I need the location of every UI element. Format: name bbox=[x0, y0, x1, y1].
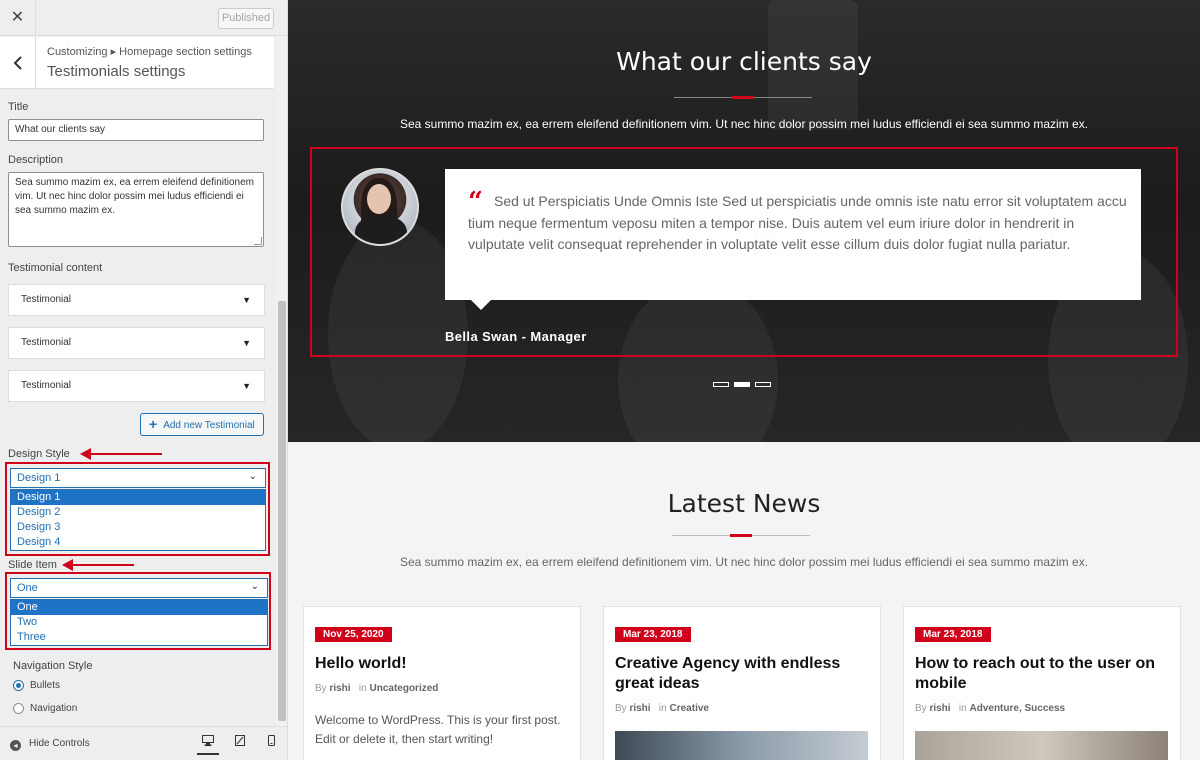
back-icon[interactable] bbox=[0, 37, 36, 89]
testimonial-content-label: Testimonial content bbox=[8, 262, 103, 274]
testimonial-accordion[interactable]: Testimonial ▼ bbox=[8, 370, 265, 402]
title-input[interactable]: What our clients say bbox=[8, 119, 264, 141]
slide-item-option[interactable]: Three bbox=[11, 630, 267, 645]
plus-icon: + bbox=[149, 416, 158, 432]
slider-bullet[interactable] bbox=[713, 382, 729, 387]
site-preview: What our clients say Sea summo mazim ex,… bbox=[288, 0, 1200, 760]
slider-bullet[interactable] bbox=[755, 382, 771, 387]
panel-title: Testimonials settings bbox=[47, 63, 186, 80]
customizer-sidebar: ✕ Published Customizing ▸ Homepage secti… bbox=[0, 0, 288, 760]
slide-item-option[interactable]: Two bbox=[11, 615, 267, 630]
mobile-icon[interactable] bbox=[260, 735, 282, 755]
post-title[interactable]: How to reach out to the user on mobile bbox=[915, 654, 1171, 694]
news-card[interactable]: Mar 23, 2018 Creative Agency with endles… bbox=[603, 606, 881, 760]
breadcrumb: Customizing ▸ Homepage section settings bbox=[47, 46, 252, 58]
post-date: Mar 23, 2018 bbox=[615, 627, 691, 642]
testimonials-title: What our clients say bbox=[616, 47, 872, 76]
post-meta: By rishi in Creative bbox=[615, 703, 709, 714]
slide-item-options: One Two Three bbox=[10, 599, 268, 646]
annotation-arrow bbox=[80, 448, 162, 460]
news-title: Latest News bbox=[667, 489, 821, 518]
bullets-radio-label: Bullets bbox=[30, 680, 61, 691]
post-date: Mar 23, 2018 bbox=[915, 627, 991, 642]
add-testimonial-button[interactable]: + Add new Testimonial bbox=[140, 413, 264, 436]
hide-controls-label: Hide Controls bbox=[29, 738, 90, 749]
design-style-option[interactable]: Design 4 bbox=[11, 535, 265, 550]
testimonial-accordion-label: Testimonial bbox=[21, 380, 72, 391]
slide-item-selected: One bbox=[17, 582, 38, 594]
description-value: Sea summo mazim ex, ea errem eleifend de… bbox=[15, 177, 254, 216]
customizer-topbar: ✕ Published bbox=[0, 0, 287, 36]
design-style-select[interactable]: Design 1 ⌄ bbox=[10, 468, 266, 488]
caret-down-icon: ▼ bbox=[242, 295, 251, 305]
post-meta: By rishi in Adventure, Success bbox=[915, 703, 1066, 714]
design-style-option[interactable]: Design 2 bbox=[11, 505, 265, 520]
testimonial-quote: Sed ut Perspiciatis Unde Omnis Iste Sed … bbox=[468, 193, 1127, 252]
add-testimonial-label: Add new Testimonial bbox=[163, 420, 255, 431]
sidebar-scrollbar[interactable] bbox=[276, 36, 287, 726]
navigation-radio-label: Navigation bbox=[30, 703, 78, 714]
navigation-radio[interactable] bbox=[13, 703, 24, 714]
news-card[interactable]: Nov 25, 2020 Hello world! By rishi in Un… bbox=[303, 606, 581, 760]
design-style-option[interactable]: Design 3 bbox=[11, 520, 265, 535]
chevron-down-icon: ⌄ bbox=[250, 581, 259, 592]
tablet-icon[interactable] bbox=[229, 735, 251, 755]
scrollbar-thumb[interactable] bbox=[278, 301, 286, 721]
description-label: Description bbox=[8, 154, 64, 166]
news-subtitle: Sea summo mazim ex, ea errem eleifend de… bbox=[399, 555, 1089, 569]
chevron-down-icon: ⌄ bbox=[248, 471, 257, 482]
post-thumbnail[interactable] bbox=[915, 731, 1168, 760]
design-style-label: Design Style bbox=[8, 448, 70, 460]
card-pointer bbox=[471, 300, 491, 310]
design-style-options: Design 1 Design 2 Design 3 Design 4 bbox=[10, 489, 266, 551]
title-divider bbox=[672, 534, 810, 537]
author-avatar bbox=[341, 168, 419, 246]
post-author[interactable]: rishi bbox=[329, 683, 350, 694]
post-author[interactable]: rishi bbox=[929, 703, 950, 714]
post-category[interactable]: Creative bbox=[670, 703, 709, 714]
slider-bullet-active[interactable] bbox=[734, 382, 750, 387]
news-card[interactable]: Mar 23, 2018 How to reach out to the use… bbox=[903, 606, 1181, 760]
design-style-selected: Design 1 bbox=[17, 472, 61, 484]
collapse-icon: ◂ bbox=[10, 740, 21, 751]
post-author[interactable]: rishi bbox=[629, 703, 650, 714]
annotation-arrow bbox=[62, 559, 134, 571]
testimonial-author: Bella Swan - Manager bbox=[445, 329, 587, 344]
slider-bullets bbox=[711, 382, 771, 388]
post-excerpt: Welcome to WordPress. This is your first… bbox=[315, 713, 561, 746]
customizer-footer: ◂ Hide Controls bbox=[0, 726, 287, 760]
testimonials-subtitle: Sea summo mazim ex, ea errem eleifend de… bbox=[399, 117, 1089, 131]
navigation-style-label: Navigation Style bbox=[13, 660, 93, 672]
testimonial-accordion-label: Testimonial bbox=[21, 337, 72, 348]
slide-item-option[interactable]: One bbox=[11, 600, 267, 615]
post-thumbnail[interactable] bbox=[615, 731, 868, 760]
testimonial-accordion-label: Testimonial bbox=[21, 294, 72, 305]
post-category[interactable]: Uncategorized bbox=[370, 683, 439, 694]
testimonials-section: What our clients say Sea summo mazim ex,… bbox=[288, 0, 1200, 442]
post-date: Nov 25, 2020 bbox=[315, 627, 392, 642]
desktop-icon[interactable] bbox=[197, 735, 219, 755]
testimonial-accordion[interactable]: Testimonial ▼ bbox=[8, 284, 265, 316]
resize-handle[interactable] bbox=[254, 237, 262, 245]
close-icon[interactable]: ✕ bbox=[0, 0, 36, 36]
title-label: Title bbox=[8, 101, 29, 113]
testimonial-accordion[interactable]: Testimonial ▼ bbox=[8, 327, 265, 359]
post-category[interactable]: Adventure, Success bbox=[970, 703, 1066, 714]
testimonial-card: “ Sed ut Perspiciatis Unde Omnis Iste Se… bbox=[445, 169, 1141, 310]
description-textarea[interactable]: Sea summo mazim ex, ea errem eleifend de… bbox=[8, 172, 264, 247]
slide-item-label: Slide Item bbox=[8, 559, 57, 571]
post-meta: By rishi in Uncategorized bbox=[315, 683, 439, 694]
bullets-radio[interactable] bbox=[13, 680, 24, 691]
publish-button[interactable]: Published bbox=[218, 8, 274, 29]
caret-down-icon: ▼ bbox=[242, 338, 251, 348]
design-style-option[interactable]: Design 1 bbox=[11, 490, 265, 505]
title-divider bbox=[674, 96, 812, 99]
panel-header: Customizing ▸ Homepage section settings … bbox=[0, 37, 274, 89]
caret-down-icon: ▼ bbox=[242, 381, 251, 391]
post-title[interactable]: Hello world! bbox=[315, 654, 571, 674]
hide-controls-button[interactable]: ◂ Hide Controls bbox=[10, 738, 90, 751]
slide-item-select[interactable]: One ⌄ bbox=[10, 578, 268, 598]
post-title[interactable]: Creative Agency with endless great ideas bbox=[615, 654, 871, 694]
